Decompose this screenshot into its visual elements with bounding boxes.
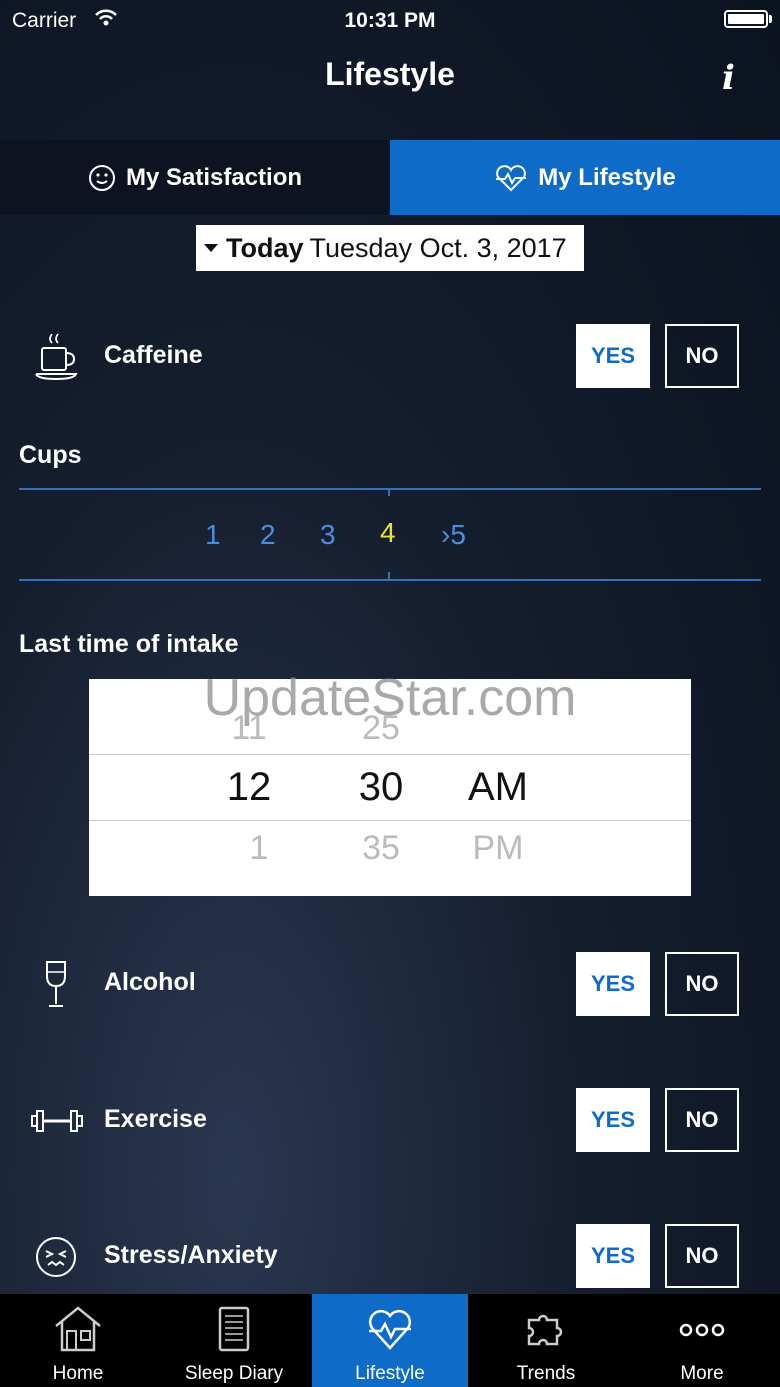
picker-ampm-next[interactable]: PM <box>463 829 533 868</box>
battery-tip <box>769 15 772 23</box>
diary-icon <box>218 1306 250 1352</box>
home-icon <box>55 1306 101 1352</box>
tabbar-label: Trends <box>516 1363 576 1384</box>
watermark: UpdateStar.com <box>203 669 577 727</box>
wine-glass-icon <box>46 961 66 1007</box>
picker-hour-next[interactable]: 1 <box>229 829 289 868</box>
alcohol-label: Alcohol <box>104 968 196 996</box>
cup-option-4-selected[interactable]: 4 <box>380 517 396 549</box>
exercise-yes-button[interactable]: YES <box>576 1088 650 1152</box>
caffeine-yes-button[interactable]: YES <box>576 324 650 388</box>
smiley-icon <box>88 164 115 191</box>
tabbar-more[interactable]: More <box>624 1294 780 1387</box>
date-selector[interactable]: Today Tuesday Oct. 3, 2017 <box>196 225 584 271</box>
cup-option-2[interactable]: 2 <box>260 519 276 551</box>
picker-selection-line-bottom <box>89 820 691 821</box>
cup-option-1[interactable]: 1 <box>205 519 221 551</box>
date-value: Tuesday Oct. 3, 2017 <box>309 232 567 263</box>
selection-tick-top <box>388 488 390 496</box>
picker-minute-next[interactable]: 35 <box>351 829 411 868</box>
alcohol-yes-button[interactable]: YES <box>576 952 650 1016</box>
tabbar-label: Sleep Diary <box>184 1363 284 1384</box>
picker-hour-selected[interactable]: 12 <box>217 765 281 810</box>
tabbar-sleep-diary[interactable]: Sleep Diary <box>156 1294 312 1387</box>
tab-my-satisfaction[interactable]: My Satisfaction <box>0 140 390 215</box>
tab-label: My Satisfaction <box>125 163 303 191</box>
dumbbell-icon <box>31 1110 83 1132</box>
battery-icon <box>724 10 768 28</box>
coffee-cup-icon <box>35 333 78 381</box>
divider-top <box>19 488 761 490</box>
alcohol-no-button[interactable]: NO <box>665 952 739 1016</box>
caret-down-icon <box>204 244 218 252</box>
more-icon <box>679 1323 725 1337</box>
clock: 10:31 PM <box>344 9 436 32</box>
stress-no-button[interactable]: NO <box>665 1224 739 1288</box>
caffeine-no-button[interactable]: NO <box>665 324 739 388</box>
bottom-tab-bar: Home Sleep Diary Lifestyle Trends More <box>0 1294 780 1387</box>
info-icon[interactable]: i <box>722 58 735 98</box>
tab-label: My Lifestyle <box>538 163 676 191</box>
intake-title: Last time of intake <box>19 630 239 658</box>
stress-yes-button[interactable]: YES <box>576 1224 650 1288</box>
page-title: Lifestyle <box>325 56 455 92</box>
tab-my-lifestyle[interactable]: My Lifestyle <box>390 140 780 215</box>
status-bar: Carrier 10:31 PM <box>0 0 780 40</box>
picker-minute-selected[interactable]: 30 <box>347 765 415 810</box>
picker-ampm-selected[interactable]: AM <box>457 765 539 810</box>
cup-option-3[interactable]: 3 <box>320 519 336 551</box>
tabbar-trends[interactable]: Trends <box>468 1294 624 1387</box>
stressed-face-icon <box>36 1237 76 1277</box>
exercise-no-button[interactable]: NO <box>665 1088 739 1152</box>
picker-selection-line-top <box>89 754 691 755</box>
tabbar-label: Home <box>52 1363 104 1384</box>
tabbar-label: Lifestyle <box>355 1363 425 1384</box>
tabbar-home[interactable]: Home <box>0 1294 156 1387</box>
date-today-label: Today <box>226 232 304 263</box>
cups-title: Cups <box>19 441 82 469</box>
heart-pulse-icon <box>368 1309 412 1350</box>
stress-label: Stress/Anxiety <box>104 1241 278 1269</box>
heart-pulse-icon <box>496 164 527 191</box>
tabbar-lifestyle[interactable]: Lifestyle <box>312 1294 468 1387</box>
caffeine-label: Caffeine <box>104 341 203 369</box>
exercise-label: Exercise <box>104 1105 207 1133</box>
divider-bottom <box>19 579 761 581</box>
puzzle-icon <box>527 1314 563 1346</box>
tabbar-label: More <box>680 1363 724 1384</box>
cup-option-more-than-5[interactable]: ›5 <box>441 519 466 551</box>
